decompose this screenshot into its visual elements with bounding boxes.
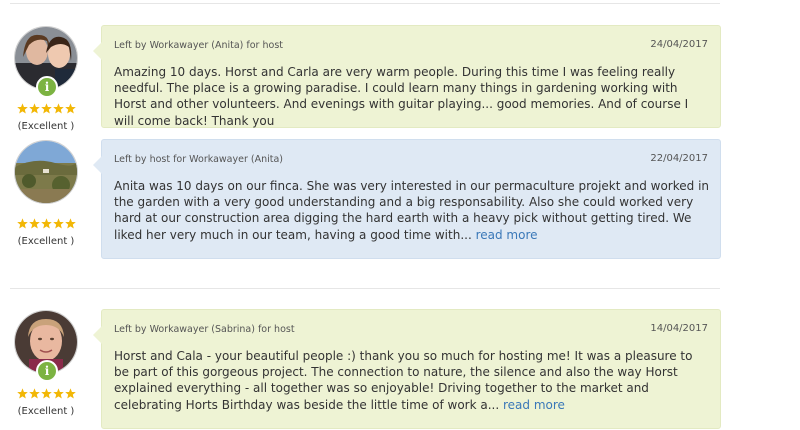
rating-label: (Excellent ) (17, 121, 75, 132)
review-bubble: Left by Workawayer (Sabrina) for host 14… (93, 309, 721, 429)
star-icon (65, 103, 76, 114)
star-icon (41, 218, 52, 229)
star-icon (65, 388, 76, 399)
star-icon (53, 103, 64, 114)
review-author-line: Left by host for Workawayer (Anita) (114, 154, 283, 165)
star-icon (53, 388, 64, 399)
info-icon[interactable]: i (36, 360, 58, 382)
rating-label: (Excellent ) (17, 406, 75, 417)
review-date: 22/04/2017 (650, 153, 708, 164)
info-icon[interactable]: i (36, 76, 58, 98)
review-divider (10, 288, 720, 289)
review-author-line: Left by Workawayer (Anita) for host (114, 40, 283, 51)
star-icon (41, 103, 52, 114)
star-rating (17, 388, 77, 400)
top-divider (10, 3, 720, 4)
review-body: Horst and Cala - your beautiful people :… (114, 349, 693, 412)
review-date: 14/04/2017 (650, 323, 708, 334)
review-author-line: Left by Workawayer (Sabrina) for host (114, 324, 295, 335)
star-rating (17, 103, 77, 115)
star-icon (29, 218, 40, 229)
finca-landscape-photo (15, 141, 77, 203)
review-bubble: Left by host for Workawayer (Anita) 22/0… (93, 139, 721, 259)
star-icon (53, 218, 64, 229)
star-icon (17, 103, 28, 114)
star-icon (41, 388, 52, 399)
review-text: Anita was 10 days on our finca. She was … (114, 178, 710, 243)
star-icon (17, 218, 28, 229)
star-rating (17, 218, 77, 230)
rating-label: (Excellent ) (17, 236, 75, 247)
review-body: Amazing 10 days. Horst and Carla are ver… (114, 65, 689, 128)
reviewer-avatar[interactable] (14, 140, 78, 204)
star-icon (29, 103, 40, 114)
read-more-link[interactable]: read more (503, 398, 565, 412)
star-icon (17, 388, 28, 399)
star-icon (65, 218, 76, 229)
read-more-link[interactable]: read more (476, 228, 538, 242)
review-date: 24/04/2017 (650, 39, 708, 50)
review-text: Amazing 10 days. Horst and Carla are ver… (114, 64, 710, 129)
review-bubble: Left by Workawayer (Anita) for host 24/0… (93, 25, 721, 129)
review-text: Horst and Cala - your beautiful people :… (114, 348, 710, 413)
star-icon (29, 388, 40, 399)
review-body: Anita was 10 days on our finca. She was … (114, 179, 710, 242)
